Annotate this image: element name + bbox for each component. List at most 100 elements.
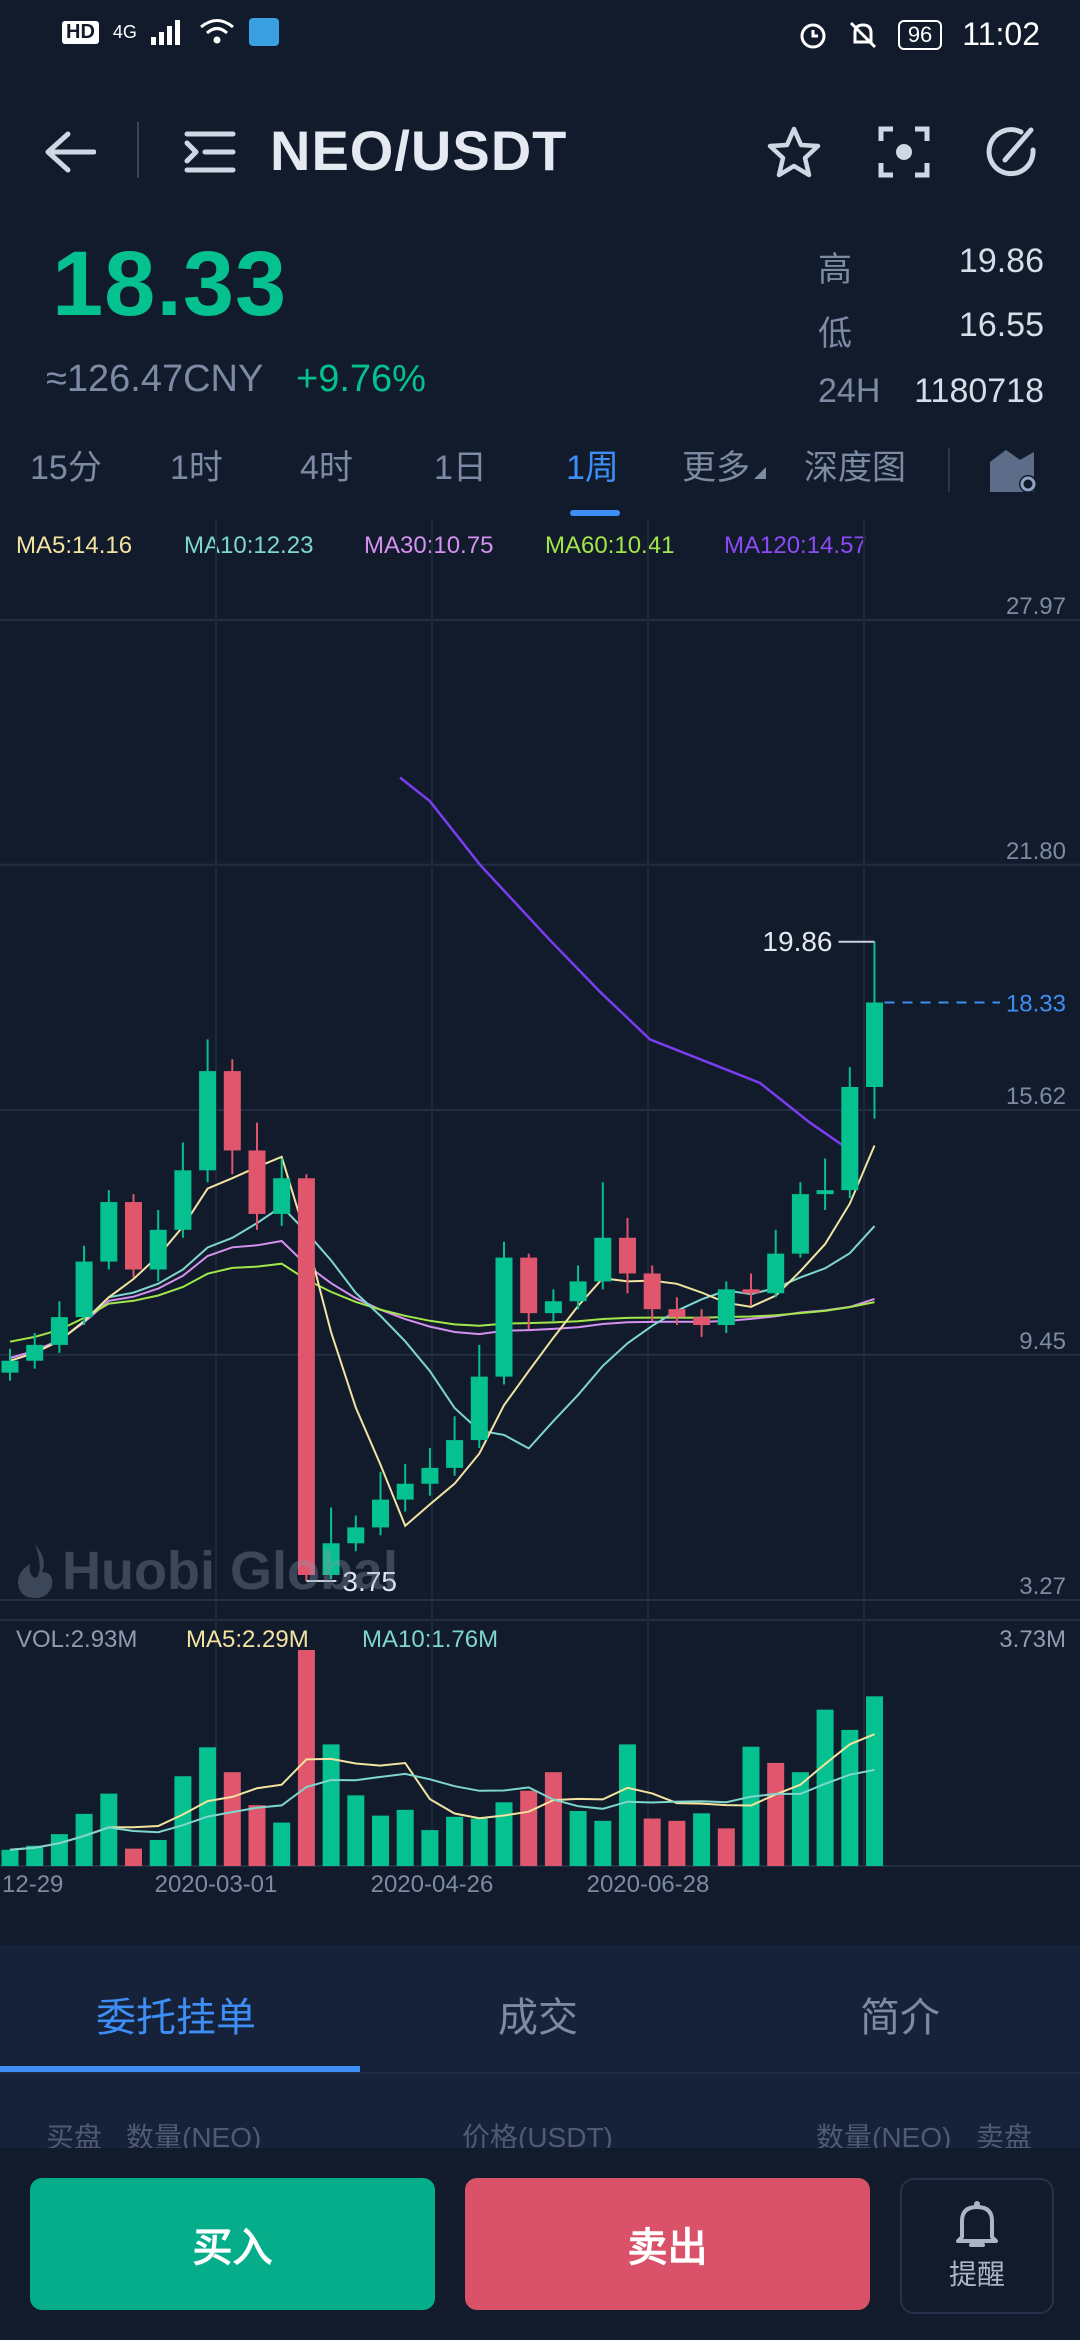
tab-15m[interactable]: 15分 [30,440,102,489]
tab-1d[interactable]: 1日 [434,440,487,489]
active-tab-indicator [570,510,620,516]
timeframe-tabs: 15分 1时 4时 1日 1周 更多 深度图 [0,440,1080,520]
y-tick-label: 9.45 [1019,1328,1066,1355]
scan-focus-icon[interactable] [868,116,940,188]
candle-body [297,1178,315,1576]
alarm-icon [800,23,826,48]
candle-body [50,1317,68,1345]
ma-lines [9,776,876,1528]
tab-4h[interactable]: 4时 [300,440,353,489]
volume-bar [125,1848,142,1866]
volume-bar [717,1828,735,1866]
volume-bar [446,1816,464,1866]
tab-1h[interactable]: 1时 [170,440,223,489]
x-tick-label: 2020-04-26 [371,1871,494,1898]
tab-orders[interactable]: 委托挂单 [96,1985,256,2043]
sell-button[interactable]: 卖出 [465,2178,870,2310]
price-change-percent: +9.76% [296,358,426,400]
vol-max-label: 3.73M [999,1626,1066,1653]
battery-level: 96 [897,19,943,50]
candle-body [816,1190,834,1195]
volume-bar [199,1747,217,1866]
x-tick-label: 2020-03-01 [155,1871,278,1898]
vol-legend: VOL:2.93M [16,1626,138,1653]
candle-body [569,1281,587,1302]
ma120-line [399,776,853,1153]
volume-bar [297,1650,315,1866]
candle-body [594,1237,612,1282]
high-marker-label: 19.86 [762,926,832,957]
volume-bar [322,1744,340,1866]
candle-body [693,1317,711,1326]
header-divider [137,122,139,178]
mute-bell-icon [849,21,876,48]
candle-body [248,1150,266,1214]
buy-button[interactable]: 买入 [30,2178,435,2310]
candle-body [841,1086,859,1191]
clock: 11:02 [962,16,1040,52]
candle-body [866,1002,883,1087]
refresh-icon[interactable] [976,116,1048,188]
candle-body [26,1344,44,1361]
price-alert-button[interactable]: 提醒 [900,2178,1054,2314]
volume-bar [544,1772,562,1866]
volume-bar [149,1839,167,1866]
candle-body [421,1467,439,1484]
bell-icon [956,2201,998,2247]
tab-depth[interactable]: 深度图 [804,440,906,489]
star-icon[interactable] [758,116,830,188]
volume-bar [520,1790,538,1866]
volume-24h-label: 24H [818,372,881,410]
volume-bars [1,1650,883,1866]
candle-body [495,1257,513,1377]
volume-bar [668,1820,686,1866]
candle-body [446,1440,464,1468]
candle-body [619,1237,636,1274]
volume-24h-value: 1180718 [914,372,1044,410]
y-tick-label: 21.80 [1006,838,1066,865]
candles [1,941,883,1581]
candle-body [396,1483,414,1500]
candle-body [199,1071,217,1171]
tab-more[interactable]: 更多 [682,440,766,489]
volume-bar [866,1696,883,1866]
chart-grid [0,520,1080,1867]
tab-1w[interactable]: 1周 [566,440,619,489]
price-cny: ≈126.47CNY [46,358,264,400]
low-value: 16.55 [958,306,1044,344]
kline-chart[interactable]: 27.9721.8015.629.453.2718.3319.863.7512-… [0,520,1080,1910]
tab-info[interactable]: 简介 [860,1985,940,2043]
candle-body [717,1289,735,1326]
volume-bar [816,1709,834,1866]
candle-body [223,1071,241,1151]
signal-icon [150,20,180,45]
volume-bar [1,1849,19,1866]
candle-body [273,1178,291,1214]
candle-body [125,1202,142,1270]
watermark: Huobi Global [14,1540,398,1602]
volume-bar [841,1729,859,1866]
wifi-icon [199,19,234,44]
volume-bar [619,1744,636,1866]
candle-body [643,1273,661,1310]
chart-settings-icon[interactable] [984,442,1044,498]
candle-body [520,1257,538,1314]
pair-title[interactable]: NEO/USDT [270,118,567,183]
volume-bar [421,1830,439,1866]
volume-bar [396,1809,414,1866]
vol-ma10-legend: MA10:1.76M [362,1626,499,1653]
volume-bar [693,1813,711,1866]
volume-bar [594,1820,612,1866]
volume-bar [643,1818,661,1866]
tab-more-label: 更多 [682,449,750,487]
hd-badge: HD [62,20,99,44]
tab-trades[interactable]: 成交 [498,1985,578,2043]
y-tick-label: 15.62 [1006,1083,1066,1110]
candle-body [1,1360,19,1373]
candle-body [544,1301,562,1314]
high-value: 19.86 [958,242,1044,280]
candle-body [742,1289,760,1294]
back-arrow-icon[interactable] [36,118,104,186]
menu-list-icon[interactable] [176,118,244,186]
last-price-label: 18.33 [1006,990,1066,1017]
